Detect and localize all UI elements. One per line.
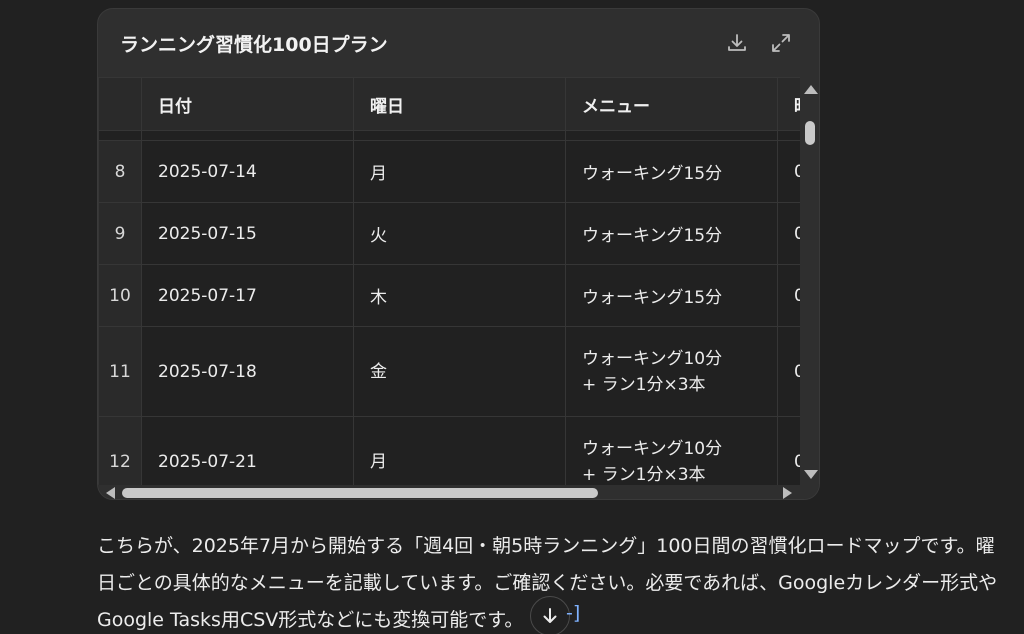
day-cell: 月	[353, 416, 566, 485]
table-cell	[565, 130, 778, 141]
time-cell: 0	[777, 140, 800, 203]
row-index: 9	[98, 202, 142, 265]
day-cell: 金	[353, 326, 566, 417]
menu-line-1: ウォーキング10分	[582, 348, 723, 369]
date-cell: 2025-07-15	[141, 202, 354, 265]
table-row: 12 2025-07-21 月 ウォーキング10分 + ラン1分×3本 0	[98, 416, 800, 485]
table-row: 10 2025-07-17 木 ウォーキング15分 0	[98, 264, 800, 327]
vertical-scrollbar[interactable]	[800, 77, 819, 485]
time-cell: 0	[777, 264, 800, 327]
date-cell: 2025-07-14	[141, 140, 354, 203]
time-cell: 0	[777, 326, 800, 417]
horizontal-scroll-thumb[interactable]	[122, 488, 598, 498]
menu-line-1: ウォーキング15分	[582, 288, 723, 308]
scroll-down-arrow-icon[interactable]	[804, 470, 818, 479]
date-cell: 2025-07-17	[141, 264, 354, 327]
expand-icon[interactable]	[767, 29, 795, 57]
menu-cell: ウォーキング10分 + ラン1分×3本	[565, 326, 778, 417]
data-table: 日付 曜日 メニュー 時 8 2025-07-14 月 ウォーキング15分 0	[98, 77, 800, 485]
menu-cell: ウォーキング10分 + ラン1分×3本	[565, 416, 778, 485]
citation-marker[interactable]: -]	[566, 602, 580, 624]
table-row: 9 2025-07-15 火 ウォーキング15分 0	[98, 202, 800, 265]
column-header-menu[interactable]: メニュー	[565, 77, 778, 131]
scroll-left-arrow-icon[interactable]	[106, 487, 115, 499]
table-header-row: 日付 曜日 メニュー 時	[98, 77, 800, 131]
time-cell: 0	[777, 416, 800, 485]
column-header-index	[98, 77, 142, 131]
table-cell	[98, 130, 142, 141]
menu-cell: ウォーキング15分	[565, 202, 778, 265]
card-header: ランニング習慣化100日プラン	[98, 9, 819, 77]
menu-cell: ウォーキング15分	[565, 264, 778, 327]
table-cell	[141, 130, 354, 141]
column-header-day[interactable]: 曜日	[353, 77, 566, 131]
day-cell: 火	[353, 202, 566, 265]
menu-line-1: ウォーキング15分	[582, 226, 723, 246]
date-cell: 2025-07-18	[141, 326, 354, 417]
table-viewport[interactable]: 日付 曜日 メニュー 時 8 2025-07-14 月 ウォーキング15分 0	[98, 77, 800, 485]
header-icons	[723, 29, 795, 57]
row-index: 12	[98, 416, 142, 485]
table-cell	[777, 130, 800, 141]
table-cell	[353, 130, 566, 141]
scroll-up-arrow-icon[interactable]	[804, 85, 818, 94]
time-cell: 0	[777, 202, 800, 265]
scroll-right-arrow-icon[interactable]	[783, 487, 792, 499]
table-card: ランニング習慣化100日プラン 日付 曜日 メニュー 8 2025-07-14 …	[97, 8, 820, 500]
table-row: 8 2025-07-14 月 ウォーキング15分 0	[98, 140, 800, 203]
menu-line-2: + ラン1分×3本	[582, 464, 706, 485]
column-header-time[interactable]: 時	[777, 77, 800, 131]
card-title: ランニング習慣化100日プラン	[120, 33, 388, 56]
table-row-partial	[98, 130, 800, 141]
row-index: 8	[98, 140, 142, 203]
date-cell: 2025-07-21	[141, 416, 354, 485]
arrow-down-icon	[543, 608, 557, 623]
day-cell: 木	[353, 264, 566, 327]
table-row: 11 2025-07-18 金 ウォーキング10分 + ラン1分×3本 0	[98, 326, 800, 417]
day-cell: 月	[353, 140, 566, 203]
menu-cell: ウォーキング15分	[565, 140, 778, 203]
column-header-date[interactable]: 日付	[141, 77, 354, 131]
menu-line-2: + ラン1分×3本	[582, 374, 706, 395]
horizontal-scrollbar[interactable]	[98, 485, 819, 499]
row-index: 11	[98, 326, 142, 417]
scroll-to-bottom-button[interactable]	[530, 596, 570, 634]
menu-line-1: ウォーキング15分	[582, 164, 723, 184]
row-index: 10	[98, 264, 142, 327]
vertical-scroll-thumb[interactable]	[805, 121, 815, 145]
download-icon[interactable]	[723, 29, 751, 57]
menu-line-1: ウォーキング10分	[582, 438, 723, 459]
